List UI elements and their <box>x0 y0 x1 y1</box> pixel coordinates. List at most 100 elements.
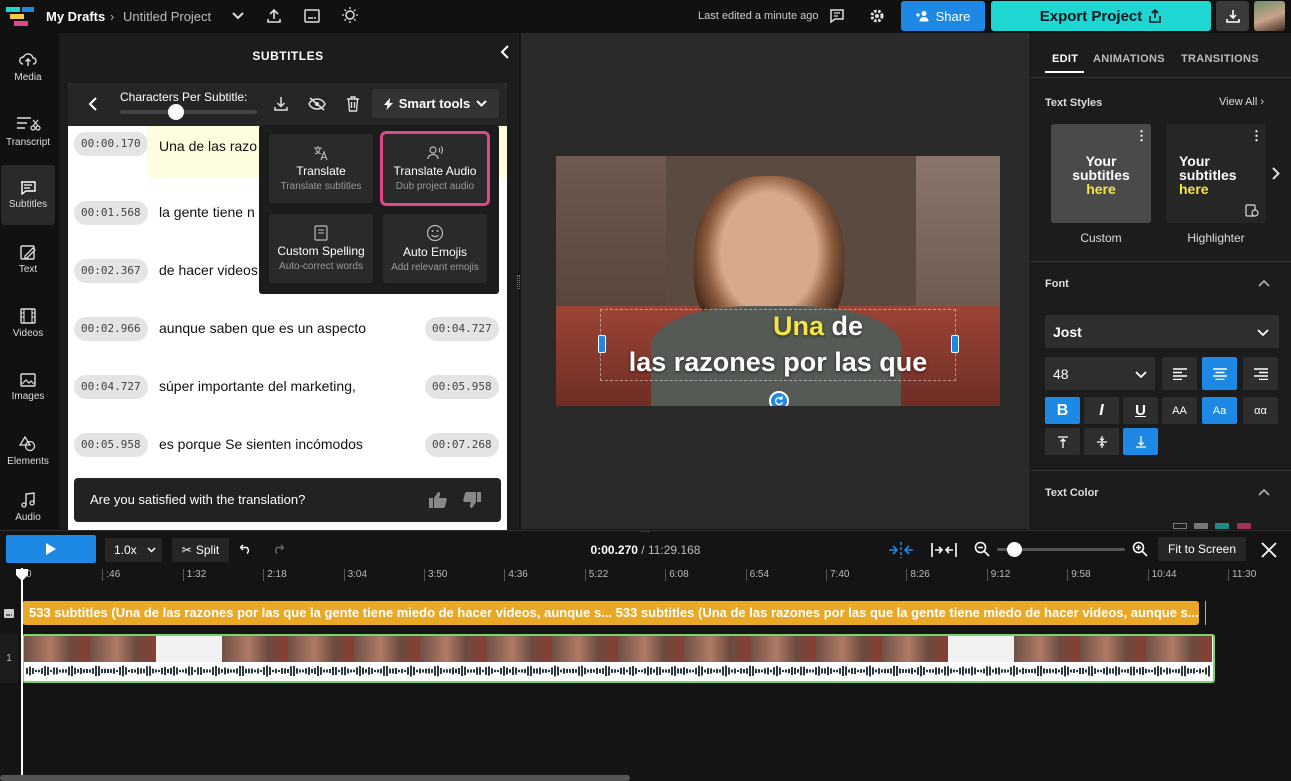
thumbs-up-icon[interactable] <box>426 489 450 511</box>
tab-transitions[interactable]: TRANSITIONS <box>1181 53 1259 65</box>
rail-item-subtitles[interactable]: Subtitles <box>1 165 55 225</box>
subtitle-row[interactable]: 00:05.958 es porque Se sienten incómodos… <box>68 416 507 474</box>
logo-icon[interactable] <box>6 5 36 27</box>
my-drafts-link[interactable]: My Drafts <box>46 9 105 24</box>
underline-button[interactable]: U <box>1123 397 1158 424</box>
sentence-case-button[interactable]: Aa <box>1202 397 1237 424</box>
playhead-handle-icon[interactable] <box>14 568 30 581</box>
settings-gear-icon[interactable] <box>867 6 887 26</box>
tab-edit[interactable]: EDIT <box>1052 53 1078 65</box>
tool-translate-audio[interactable]: Translate Audio Dub project audio <box>380 131 490 206</box>
subtitle-text[interactable]: la gente tiene n <box>159 204 255 220</box>
drag-handle-icon[interactable]: ··· <box>640 526 650 537</box>
video-preview[interactable]: Una de las razones por las que <box>556 156 1000 406</box>
align-right-button[interactable] <box>1243 357 1278 390</box>
color-swatch[interactable] <box>1194 523 1208 529</box>
valign-top-button[interactable] <box>1045 428 1080 455</box>
color-swatch[interactable] <box>1237 523 1251 529</box>
subtitle-row[interactable]: 00:02.966 aunque saben que es un aspecto… <box>68 300 507 358</box>
bold-button[interactable]: B <box>1045 397 1080 424</box>
hide-eye-icon[interactable] <box>307 94 327 114</box>
download-button[interactable] <box>1216 1 1249 31</box>
font-size-select[interactable]: 48 <box>1045 357 1155 390</box>
style-card-custom[interactable]: ⋮ Your subtitles here <box>1051 124 1151 223</box>
snap-icon[interactable] <box>886 539 916 561</box>
view-all-link[interactable]: View All › <box>1219 96 1264 108</box>
tool-translate[interactable]: Translate Translate subtitles <box>269 134 373 203</box>
rail-item-transcript[interactable]: Transcript <box>1 101 55 161</box>
chars-slider-track[interactable] <box>120 110 257 114</box>
back-arrow-icon[interactable] <box>82 94 102 114</box>
horizontal-scrollbar[interactable] <box>0 775 630 781</box>
valign-middle-button[interactable] <box>1084 428 1119 455</box>
start-time[interactable]: 00:02.367 <box>74 259 148 283</box>
tool-auto-emojis[interactable]: Auto Emojis Add relevant emojis <box>383 214 487 283</box>
subtitle-text[interactable]: de hacer videos <box>159 262 258 278</box>
rail-item-videos[interactable]: Videos <box>1 293 55 353</box>
smart-tools-button[interactable]: Smart tools <box>372 89 499 118</box>
end-time[interactable]: 00:07.268 <box>425 433 499 457</box>
subtitle-row[interactable]: 00:04.727 súper importante del marketing… <box>68 358 507 416</box>
download-subtitles-icon[interactable] <box>271 94 291 114</box>
italic-button[interactable]: I <box>1084 397 1119 424</box>
collapse-chevron-icon[interactable] <box>1256 485 1272 499</box>
end-time[interactable]: 00:05.958 <box>425 375 499 399</box>
rail-item-audio[interactable]: Audio <box>1 485 55 529</box>
color-swatch[interactable] <box>1173 523 1187 529</box>
font-family-select[interactable]: Jost <box>1045 315 1279 348</box>
align-center-button[interactable] <box>1202 357 1237 390</box>
project-name[interactable]: Untitled Project <box>123 9 211 24</box>
video-track[interactable] <box>22 634 1215 683</box>
fit-to-screen-button[interactable]: Fit to Screen <box>1158 537 1246 561</box>
rail-item-elements[interactable]: Elements <box>1 421 55 481</box>
collapse-chevron-icon[interactable] <box>1256 276 1272 290</box>
collapse-panel-icon[interactable] <box>496 43 512 61</box>
resize-handle[interactable] <box>517 275 520 289</box>
rail-item-images[interactable]: Images <box>1 357 55 417</box>
more-options-icon[interactable]: ⋮ <box>1250 128 1263 144</box>
start-time[interactable]: 00:02.966 <box>74 317 148 341</box>
zoom-slider-handle[interactable] <box>1007 542 1022 557</box>
rail-item-text[interactable]: Text <box>1 229 55 289</box>
fit-arrows-icon[interactable] <box>929 539 959 561</box>
color-swatch[interactable] <box>1215 523 1229 529</box>
zoom-in-icon[interactable] <box>1131 540 1149 558</box>
lowercase-button[interactable]: αα <box>1243 397 1278 424</box>
zoom-out-icon[interactable] <box>973 540 991 558</box>
subtitle-text[interactable]: Una de las razo <box>159 138 257 154</box>
export-project-button[interactable]: Export Project <box>991 1 1211 31</box>
start-time[interactable]: 00:00.170 <box>74 132 148 156</box>
subtitle-text[interactable]: aunque saben que es un aspecto <box>159 320 366 336</box>
valign-bottom-button[interactable] <box>1123 428 1158 455</box>
comment-icon[interactable] <box>827 6 847 26</box>
waveform-bar <box>740 668 742 674</box>
uppercase-button[interactable]: AA <box>1162 397 1197 424</box>
subtitle-text[interactable]: súper importante del marketing, <box>159 378 356 394</box>
close-timeline-icon[interactable] <box>1259 540 1279 560</box>
end-time[interactable]: 00:04.727 <box>425 317 499 341</box>
chevron-down-icon[interactable] <box>230 8 246 24</box>
share-button[interactable]: Share <box>901 1 985 31</box>
carousel-next-icon[interactable] <box>1269 163 1283 183</box>
user-avatar[interactable] <box>1254 1 1285 31</box>
thumbs-down-icon[interactable] <box>460 489 484 511</box>
start-time[interactable]: 00:01.568 <box>74 201 148 225</box>
upload-icon[interactable] <box>264 6 284 26</box>
tool-custom-spelling[interactable]: Custom Spelling Auto-correct words <box>269 214 373 283</box>
style-card-highlighter[interactable]: ⋮ Your subtitles here <box>1166 124 1266 223</box>
rail-item-media[interactable]: Media <box>1 37 55 97</box>
lightbulb-icon[interactable] <box>340 5 360 25</box>
align-left-button[interactable] <box>1162 357 1197 390</box>
start-time[interactable]: 00:04.727 <box>74 375 148 399</box>
rotate-handle-icon[interactable] <box>769 391 789 406</box>
trash-icon[interactable] <box>343 94 363 114</box>
playhead[interactable] <box>21 568 23 781</box>
subtitle-text[interactable]: es porque Se sienten incómodos <box>159 436 363 452</box>
waveform-bar <box>1097 669 1099 673</box>
tab-animations[interactable]: ANIMATIONS <box>1093 53 1165 65</box>
subtitle-track[interactable]: 533 subtitles (Una de las razones por la… <box>22 601 1199 625</box>
more-options-icon[interactable]: ⋮ <box>1135 128 1148 144</box>
subtitle-format-icon[interactable] <box>302 6 322 26</box>
start-time[interactable]: 00:05.958 <box>74 433 148 457</box>
chars-slider-handle[interactable] <box>168 104 184 120</box>
